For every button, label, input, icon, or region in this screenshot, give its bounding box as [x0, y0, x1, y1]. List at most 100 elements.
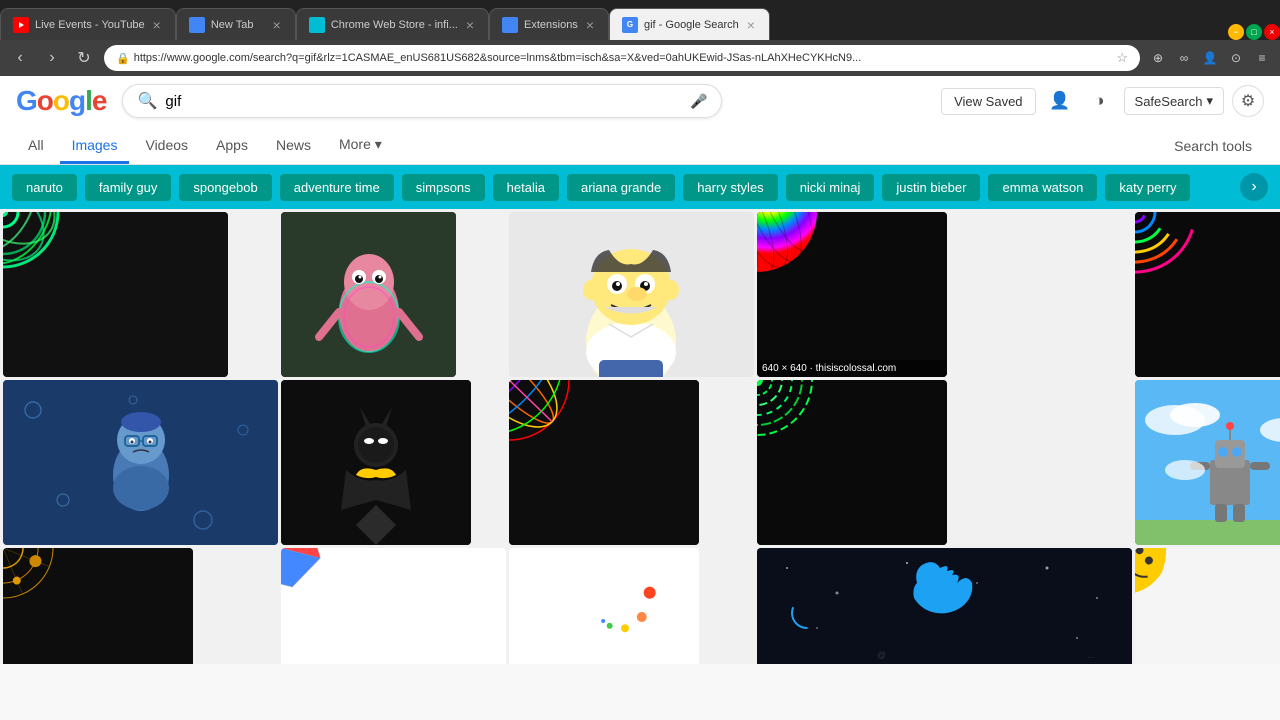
close-button[interactable]: × [1264, 24, 1280, 40]
logo-g: G [16, 85, 37, 116]
filter-justin-bieber[interactable]: justin bieber [882, 174, 980, 201]
tab-extensions-label: Extensions [524, 19, 578, 31]
extension-btn-3[interactable]: 👤 [1200, 48, 1220, 68]
grid-column-5 [1135, 212, 1280, 661]
grid-column-1 [3, 212, 278, 661]
google-top: Google 🔍 🎤 View Saved 👤 ◑ SafeSearch ▾ ⚙ [16, 84, 1264, 126]
logo-e: e [92, 85, 107, 116]
window-controls: − □ × [1228, 24, 1280, 40]
img-sadness[interactable] [3, 380, 278, 545]
tab-apps[interactable]: Apps [204, 129, 260, 164]
img-homer[interactable] [509, 212, 754, 377]
settings-button[interactable]: ⚙ [1232, 85, 1264, 117]
filter-emma-watson[interactable]: emma watson [988, 174, 1097, 201]
minimize-button[interactable]: − [1228, 24, 1244, 40]
google-logo: Google [16, 85, 106, 117]
view-saved-button[interactable]: View Saved [941, 88, 1035, 115]
tab-gif-close[interactable]: × [745, 15, 757, 35]
svg-text:@: @ [877, 650, 886, 660]
img-cube[interactable] [281, 548, 506, 664]
image-tooltip: 640 × 640 · thisiscolossal.com [757, 360, 947, 377]
google-header: Google 🔍 🎤 View Saved 👤 ◑ SafeSearch ▾ ⚙… [0, 76, 1280, 165]
filter-tags: naruto family guy spongebob adventure ti… [0, 165, 1280, 209]
grid-column-3 [509, 212, 754, 661]
tab-news[interactable]: News [264, 129, 323, 164]
logo-o2: o [53, 85, 69, 116]
bookmark-icon[interactable]: ☆ [1116, 50, 1128, 66]
address-text: https://www.google.com/search?q=gif&rlz=… [134, 52, 1113, 64]
google-page: Google 🔍 🎤 View Saved 👤 ◑ SafeSearch ▾ ⚙… [0, 76, 1280, 664]
extension-btn-1[interactable]: ⊕ [1148, 48, 1168, 68]
safesearch-chevron: ▾ [1206, 93, 1213, 109]
extension-btn-4[interactable]: ⊙ [1226, 48, 1246, 68]
tab-images[interactable]: Images [60, 129, 130, 164]
tab-newtab-close[interactable]: × [271, 15, 283, 35]
img-rainbow-ball[interactable]: 640 × 640 · thisiscolossal.com [757, 212, 947, 377]
img-dots-circle[interactable] [509, 548, 699, 664]
img-green-spiral[interactable] [3, 212, 228, 377]
filter-naruto[interactable]: naruto [12, 174, 77, 201]
nav-tabs: All Images Videos Apps News More ▾ Searc… [16, 126, 1264, 164]
extension-btn-5[interactable]: ≡ [1252, 48, 1272, 68]
tab-gif-label: gif - Google Search [644, 19, 739, 31]
forward-button[interactable]: › [40, 46, 64, 70]
filter-family-guy[interactable]: family guy [85, 174, 172, 201]
tab-videos[interactable]: Videos [133, 129, 200, 164]
tab-chrome-close[interactable]: × [464, 15, 476, 35]
img-mandala[interactable] [3, 548, 193, 664]
safesearch-button[interactable]: SafeSearch ▾ [1124, 87, 1224, 115]
logo-o1: o [37, 85, 53, 116]
tab-extensions-close[interactable]: × [584, 15, 596, 35]
reload-button[interactable]: ↻ [72, 46, 96, 70]
filter-simpsons[interactable]: simpsons [402, 174, 485, 201]
extension-btn-2[interactable]: ∞ [1174, 48, 1194, 68]
tab-more[interactable]: More ▾ [327, 128, 394, 164]
img-banana-face[interactable] [1135, 548, 1280, 664]
tab-newtab[interactable]: New Tab × [176, 8, 296, 40]
search-box[interactable]: 🔍 🎤 [122, 84, 722, 118]
lock-icon: 🔒 [116, 52, 130, 65]
address-bar-row: ‹ › ↻ 🔒 https://www.google.com/search?q=… [0, 40, 1280, 76]
img-circles-arc[interactable] [1135, 212, 1280, 377]
img-pink-creature[interactable] [281, 212, 456, 377]
filter-hetalia[interactable]: hetalia [493, 174, 559, 201]
img-batman[interactable] [281, 380, 471, 545]
img-robot-clouds[interactable] [1135, 380, 1280, 545]
browser-chrome: Live Events - YouTube × New Tab × Chrome… [0, 0, 1280, 76]
filter-katy-perry[interactable]: katy perry [1105, 174, 1190, 201]
tab-youtube-close[interactable]: × [151, 15, 163, 35]
address-bar[interactable]: 🔒 https://www.google.com/search?q=gif&rl… [104, 45, 1140, 71]
grid-column-4: 640 × 640 · thisiscolossal.com [757, 212, 1132, 661]
img-rainbow-sphere[interactable] [509, 380, 699, 545]
tab-newtab-label: New Tab [211, 19, 265, 31]
img-twitter-dark[interactable]: @ ... [757, 548, 1132, 664]
svg-text:...: ... [1087, 650, 1095, 660]
tab-chrome[interactable]: Chrome Web Store - infi... × [296, 8, 489, 40]
search-input[interactable] [165, 93, 682, 110]
safesearch-label: SafeSearch [1135, 94, 1203, 109]
filter-harry-styles[interactable]: harry styles [683, 174, 777, 201]
logo-l: l [85, 85, 92, 116]
tab-all[interactable]: All [16, 129, 56, 164]
back-button[interactable]: ‹ [8, 46, 32, 70]
filter-spongebob[interactable]: spongebob [179, 174, 271, 201]
img-green-spiral2[interactable] [757, 380, 947, 545]
tab-gif[interactable]: G gif - Google Search × [609, 8, 770, 40]
theme-icon[interactable]: ◑ [1084, 85, 1116, 117]
image-grid: 640 × 640 · thisiscolossal.com [0, 209, 1280, 664]
account-icon[interactable]: 👤 [1044, 85, 1076, 117]
search-tools-button[interactable]: Search tools [1162, 130, 1264, 162]
filter-adventure-time[interactable]: adventure time [280, 174, 394, 201]
tab-extensions[interactable]: Extensions × [489, 8, 609, 40]
tab-youtube-label: Live Events - YouTube [35, 19, 145, 31]
mic-icon[interactable]: 🎤 [690, 93, 707, 110]
logo-g2: g [69, 85, 85, 116]
tab-chrome-label: Chrome Web Store - infi... [331, 19, 458, 31]
browser-actions: ⊕ ∞ 👤 ⊙ ≡ [1148, 48, 1272, 68]
tab-youtube[interactable]: Live Events - YouTube × [0, 8, 176, 40]
tab-bar: Live Events - YouTube × New Tab × Chrome… [0, 0, 1280, 40]
filter-nicki-minaj[interactable]: nicki minaj [786, 174, 875, 201]
maximize-button[interactable]: □ [1246, 24, 1262, 40]
filter-next-button[interactable]: › [1240, 173, 1268, 201]
filter-ariana-grande[interactable]: ariana grande [567, 174, 675, 201]
